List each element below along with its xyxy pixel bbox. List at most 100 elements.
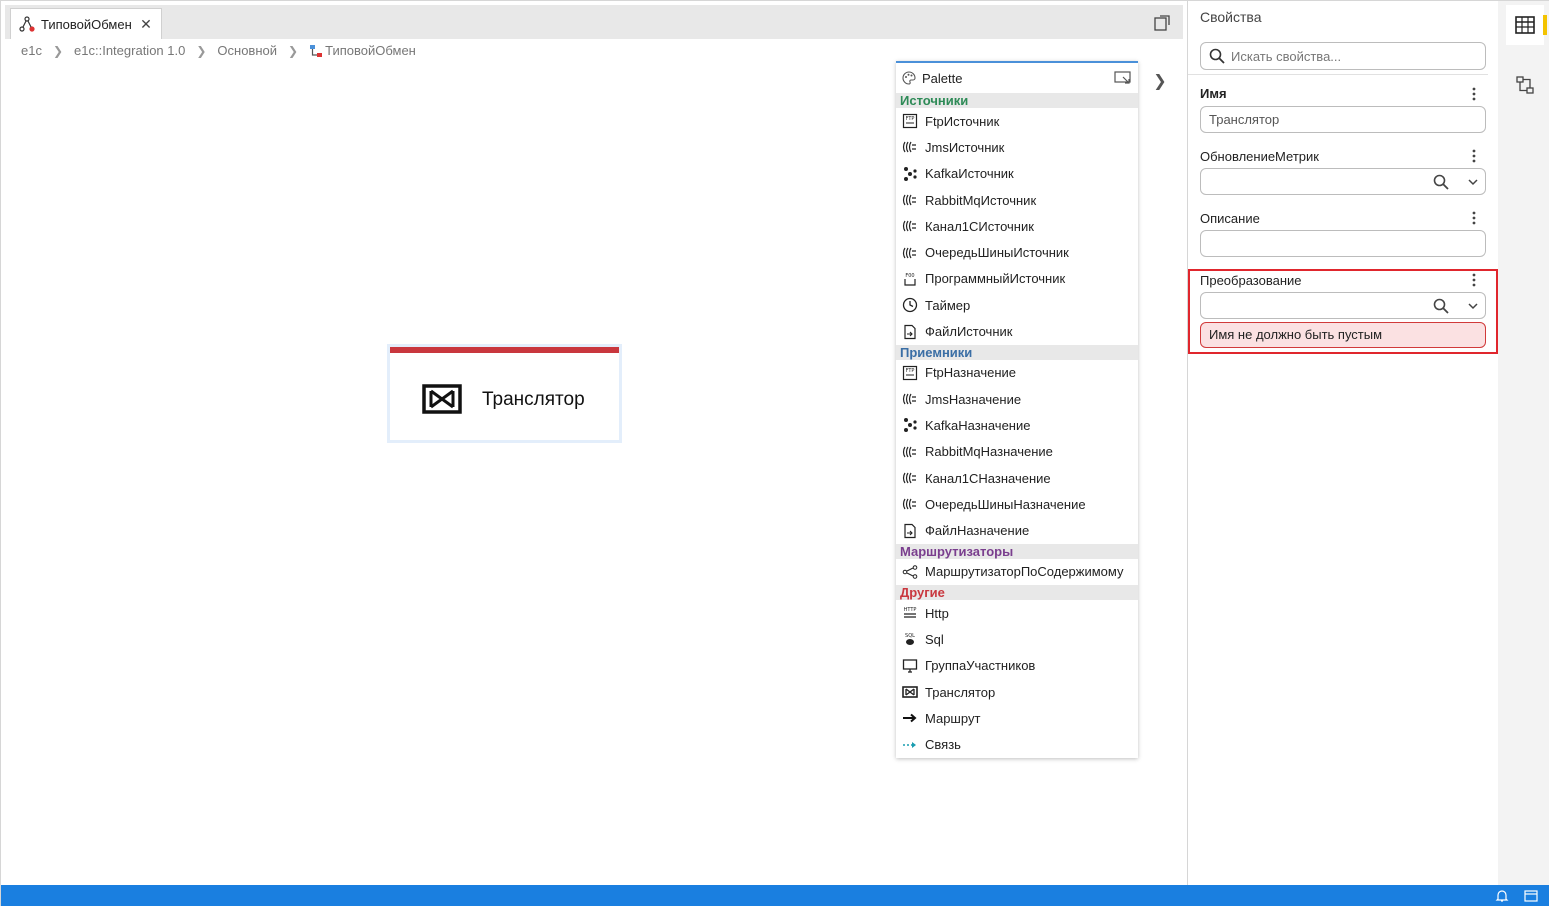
palette-item[interactable]: ОчередьШиныНазначение xyxy=(896,491,1138,517)
kafka-target-icon xyxy=(904,418,917,433)
breadcrumb: e1c ❯ e1c::Integration 1.0 ❯ Основной ❯ … xyxy=(21,43,416,58)
palette-item-label: ГруппаУчастников xyxy=(925,658,1036,674)
translator-icon xyxy=(422,384,462,414)
palette-item-label: Таймер xyxy=(925,297,971,313)
palette-item-label: Маршрут xyxy=(925,710,981,726)
chevron-down-icon[interactable] xyxy=(1467,176,1479,188)
palette-item[interactable]: SQL Sql xyxy=(896,626,1138,652)
tab-label: ТиповойОбмен xyxy=(41,16,132,32)
palette-item[interactable]: ФайлИсточник xyxy=(896,318,1138,344)
channel-1c-source-icon xyxy=(902,220,916,232)
search-icon[interactable] xyxy=(1433,174,1449,190)
breadcrumb-item[interactable]: e1c xyxy=(21,43,42,58)
transform-label: Преобразование xyxy=(1200,273,1302,288)
bus-queue-source-icon xyxy=(902,247,916,258)
breadcrumb-item[interactable]: e1c::Integration 1.0 xyxy=(74,43,185,58)
tab-tipovoy-obmen[interactable]: ТиповойОбмен ✕ xyxy=(10,8,162,39)
palette-item-label: ОчередьШиныНазначение xyxy=(925,496,1086,512)
palette-item-label: ОчередьШиныИсточник xyxy=(925,245,1069,261)
breadcrumb-item-current[interactable]: ТиповойОбмен xyxy=(325,43,416,58)
more-options-icon[interactable] xyxy=(1469,87,1479,101)
palette-group-header: Маршрутизаторы xyxy=(896,543,1138,559)
palette-item[interactable]: Канал1СИсточник xyxy=(896,213,1138,239)
app-window: ТиповойОбмен ✕ e1c ❯ e1c::Integration 1.… xyxy=(0,0,1549,906)
palette-item[interactable]: ФайлНазначение xyxy=(896,517,1138,543)
palette-item[interactable]: F00 ПрограммныйИсточник xyxy=(896,266,1138,292)
svg-text:FTP: FTP xyxy=(906,116,915,122)
palette-item[interactable]: Канал1СНазначение xyxy=(896,465,1138,491)
divider xyxy=(1188,74,1488,75)
close-icon[interactable]: ✕ xyxy=(139,16,153,33)
palette-group-header: Другие xyxy=(896,585,1138,601)
more-options-icon[interactable] xyxy=(1469,149,1479,163)
palette-item[interactable]: Транслятор xyxy=(896,679,1138,705)
svg-text:F00: F00 xyxy=(905,273,914,279)
palette-item[interactable]: KafkaНазначение xyxy=(896,412,1138,438)
palette-item[interactable]: Таймер xyxy=(896,292,1138,318)
active-tab-marker xyxy=(1543,15,1547,35)
palette-item[interactable]: ГруппаУчастников xyxy=(896,653,1138,679)
palette-panel: Palette Источники FTP FtpИсточник JmsИсточн… xyxy=(896,61,1138,758)
palette-item-label: ПрограммныйИсточник xyxy=(925,271,1066,287)
breadcrumb-item[interactable]: Основной xyxy=(217,43,277,58)
file-source-icon xyxy=(904,324,916,339)
name-label: Имя xyxy=(1200,86,1227,101)
status-bar xyxy=(1,885,1549,906)
search-icon[interactable] xyxy=(1433,298,1449,314)
more-options-icon[interactable] xyxy=(1469,273,1479,287)
palette-item[interactable]: HTTP Http xyxy=(896,600,1138,626)
palette-item-label: Канал1СИсточник xyxy=(925,218,1034,234)
ftp-target-icon: FTP xyxy=(902,365,918,380)
jms-source-icon xyxy=(902,142,916,153)
name-field[interactable] xyxy=(1200,106,1486,133)
palette-title: Palette xyxy=(922,70,963,86)
svg-text:SQL: SQL xyxy=(905,633,915,639)
translator-icon xyxy=(902,686,918,698)
palette-item[interactable]: JmsИсточник xyxy=(896,134,1138,160)
palette-item-label: RabbitMqИсточник xyxy=(925,192,1037,208)
palette-item-label: RabbitMqНазначение xyxy=(925,444,1053,460)
palette-item[interactable]: Маршрут xyxy=(896,705,1138,731)
structure-icon xyxy=(1516,76,1534,94)
metrics-combobox[interactable] xyxy=(1200,168,1486,195)
palette-item[interactable]: RabbitMqИсточник xyxy=(896,187,1138,213)
palette-item-label: JmsИсточник xyxy=(925,139,1005,155)
bell-icon[interactable] xyxy=(1495,889,1509,903)
palette-group-header: Приемники xyxy=(896,344,1138,360)
palette-item[interactable]: МаршрутизаторПоСодержимому xyxy=(896,559,1138,585)
palette-item[interactable]: JmsНазначение xyxy=(896,386,1138,412)
open-in-window-icon[interactable] xyxy=(1153,14,1171,32)
palette-item-label: ФайлИсточник xyxy=(925,324,1013,340)
properties-tab-button[interactable] xyxy=(1506,5,1544,45)
translator-node[interactable]: Транслятор xyxy=(387,344,622,443)
palette-item[interactable]: RabbitMqНазначение xyxy=(896,439,1138,465)
chevron-right-icon: ❯ xyxy=(288,43,299,58)
description-field[interactable] xyxy=(1200,230,1486,257)
kafka-source-icon xyxy=(904,166,917,181)
palette-list: Источники FTP FtpИсточник JmsИсточник KafkaИ… xyxy=(896,93,1138,758)
properties-panel: Свойства Имя ОбновлениеМетрик xyxy=(1187,1,1498,885)
palette-item[interactable]: Связь xyxy=(896,732,1138,758)
ftp-source-icon: FTP xyxy=(902,114,918,129)
palette-item[interactable]: FTP FtpНазначение xyxy=(896,360,1138,386)
search-input[interactable] xyxy=(1231,48,1471,64)
window-icon[interactable] xyxy=(1524,889,1538,903)
structure-tab-button[interactable] xyxy=(1506,65,1544,105)
palette-icon xyxy=(902,71,916,85)
collapse-palette-icon[interactable] xyxy=(1114,71,1132,85)
palette-item[interactable]: FTP FtpИсточник xyxy=(896,108,1138,134)
chevron-right-icon[interactable]: ❯ xyxy=(1153,71,1167,91)
palette-item[interactable]: KafkaИсточник xyxy=(896,161,1138,187)
palette-item-label: Http xyxy=(925,605,949,621)
palette-item-label: FtpИсточник xyxy=(925,113,1000,129)
palette-item-label: KafkaНазначение xyxy=(925,417,1031,433)
transform-combobox[interactable] xyxy=(1200,292,1486,319)
palette-item[interactable]: ОчередьШиныИсточник xyxy=(896,239,1138,265)
http-icon: HTTP xyxy=(904,607,916,618)
node-label: Транслятор xyxy=(482,389,585,410)
file-target-icon xyxy=(904,523,916,538)
palette-item-label: KafkaИсточник xyxy=(925,166,1014,182)
properties-search[interactable] xyxy=(1200,42,1486,70)
more-options-icon[interactable] xyxy=(1469,211,1479,225)
chevron-down-icon[interactable] xyxy=(1467,300,1479,312)
